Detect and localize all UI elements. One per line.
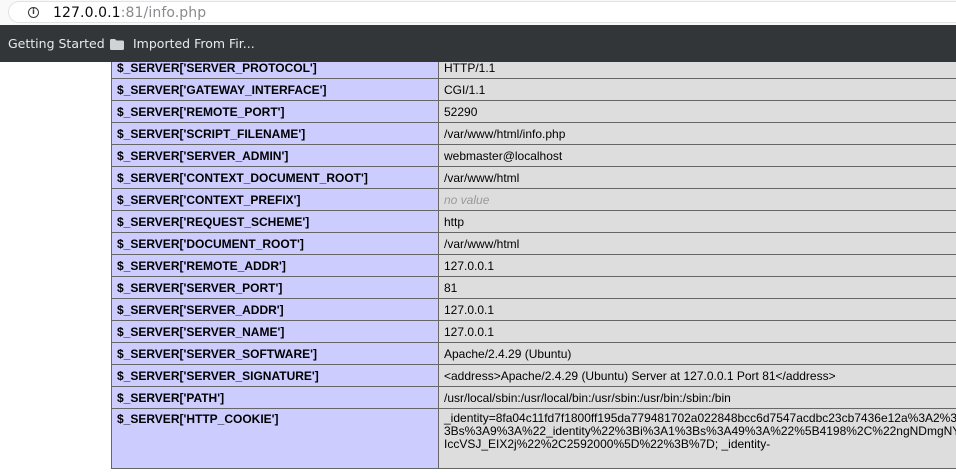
table-row: $_SERVER['DOCUMENT_ROOT']/var/www/html — [111, 232, 956, 255]
variable-name: $_SERVER['CONTEXT_PREFIX'] — [111, 188, 439, 211]
variable-value: /var/www/html/info.php — [438, 122, 956, 145]
variable-name: $_SERVER['SERVER_SOFTWARE'] — [111, 342, 439, 365]
variable-value: 52290 — [438, 100, 956, 123]
table-row: $_SERVER['CONTEXT_PREFIX'] no value — [111, 188, 956, 211]
variable-name: $_SERVER['SERVER_PORT'] — [111, 276, 439, 299]
folder-icon — [110, 39, 124, 50]
table-row: $_SERVER['REMOTE_ADDR'] 127.0.0.1 — [111, 254, 956, 277]
variable-value: 81 — [438, 276, 956, 299]
cookie-value-line: IccVSJ_EIX2j%22%2C2592000%5D%22%3B%7D; _… — [444, 437, 771, 451]
url-text[interactable]: 127.0.0.1:81/info.php — [53, 5, 206, 21]
page-content: $_SERVER['SERVER_PROTOCOL'] HTTP/1.1 $_SER… — [0, 62, 956, 473]
server-variables-table: $_SERVER['SERVER_PROTOCOL'] HTTP/1.1 $_SER… — [111, 62, 956, 469]
address-bar: i 127.0.0.1:81/info.php — [0, 0, 956, 25]
table-row: $_SERVER['PATH']/usr/local/sbin:/usr/loc… — [111, 386, 956, 409]
variable-value: Apache/2.4.29 (Ubuntu) — [438, 342, 956, 365]
variable-value: /usr/local/sbin:/usr/local/bin:/usr/sbin… — [438, 386, 956, 409]
variable-value: _identity=8fa04c11fd7f1800ff195da7794817… — [438, 408, 956, 469]
variable-value: CGI/1.1 — [438, 78, 956, 101]
variable-value: 127.0.0.1 — [438, 254, 956, 277]
variable-value: HTTP/1.1 — [438, 62, 956, 79]
bookmark-getting-started[interactable]: Getting Started — [8, 36, 105, 51]
bookmark-imported-from-firefox[interactable]: Imported From Fir... — [133, 36, 255, 51]
table-row: $_SERVER['GATEWAY_INTERFACE'] CGI/1.1 — [111, 78, 956, 101]
variable-name: $_SERVER['SERVER_ADMIN'] — [111, 144, 439, 167]
table-row: $_SERVER['SERVER_ADMIN'] webmaster@localh… — [111, 144, 956, 167]
bookmarks-toolbar: Getting Started Imported From Fir... — [0, 25, 956, 62]
variable-value: /var/www/html — [438, 166, 956, 189]
url-path: :81/info.php — [120, 5, 207, 21]
url-field[interactable]: i 127.0.0.1:81/info.php — [8, 1, 956, 23]
variable-name: $_SERVER['SERVER_NAME'] — [111, 320, 439, 343]
variable-value: 127.0.0.1 — [438, 298, 956, 321]
variable-name: $_SERVER['SERVER_ADDR'] — [111, 298, 439, 321]
table-row: $_SERVER['REMOTE_PORT'] 52290 — [111, 100, 956, 123]
info-icon[interactable]: i — [28, 7, 39, 18]
table-row: $_SERVER['CONTEXT_DOCUMENT_ROOT']/var/ww… — [111, 166, 956, 189]
table-row: $_SERVER['SERVER_NAME'] 127.0.0.1 — [111, 320, 956, 343]
variable-name: $_SERVER['REMOTE_ADDR'] — [111, 254, 439, 277]
variable-name: $_SERVER['REQUEST_SCHEME'] — [111, 210, 439, 233]
table-row: $_SERVER['SERVER_ADDR'] 127.0.0.1 — [111, 298, 956, 321]
table-row: $_SERVER['SERVER_SOFTWARE'] Apache/2.4.29… — [111, 342, 956, 365]
variable-value: http — [438, 210, 956, 233]
variable-value: <address>Apache/2.4.29 (Ubuntu) Server a… — [438, 364, 956, 387]
variable-name: $_SERVER['HTTP_COOKIE'] — [111, 408, 439, 469]
variable-name: $_SERVER['CONTEXT_DOCUMENT_ROOT'] — [111, 166, 439, 189]
variable-name: $_SERVER['PATH'] — [111, 386, 439, 409]
variable-value: /var/www/html — [438, 232, 956, 255]
url-host: 127.0.0.1 — [53, 5, 121, 21]
table-row: $_SERVER['REQUEST_SCHEME'] http — [111, 210, 956, 233]
variable-value: 127.0.0.1 — [438, 320, 956, 343]
variable-value: no value — [438, 188, 956, 211]
table-row: $_SERVER['SCRIPT_FILENAME']/var/www/html… — [111, 122, 956, 145]
variable-name: $_SERVER['DOCUMENT_ROOT'] — [111, 232, 439, 255]
table-row: $_SERVER['SERVER_PROTOCOL'] HTTP/1.1 — [111, 62, 956, 79]
table-row: $_SERVER['HTTP_COOKIE'] _identity=8fa04c1… — [111, 408, 956, 469]
table-row: $_SERVER['SERVER_SIGNATURE'] <address>Apa… — [111, 364, 956, 387]
table-row: $_SERVER['SERVER_PORT'] 81 — [111, 276, 956, 299]
variable-name: $_SERVER['SCRIPT_FILENAME'] — [111, 122, 439, 145]
variable-name: $_SERVER['REMOTE_PORT'] — [111, 100, 439, 123]
variable-name: $_SERVER['SERVER_PROTOCOL'] — [111, 62, 439, 79]
variable-name: $_SERVER['GATEWAY_INTERFACE'] — [111, 78, 439, 101]
variable-value: webmaster@localhost — [438, 144, 956, 167]
variable-name: $_SERVER['SERVER_SIGNATURE'] — [111, 364, 439, 387]
